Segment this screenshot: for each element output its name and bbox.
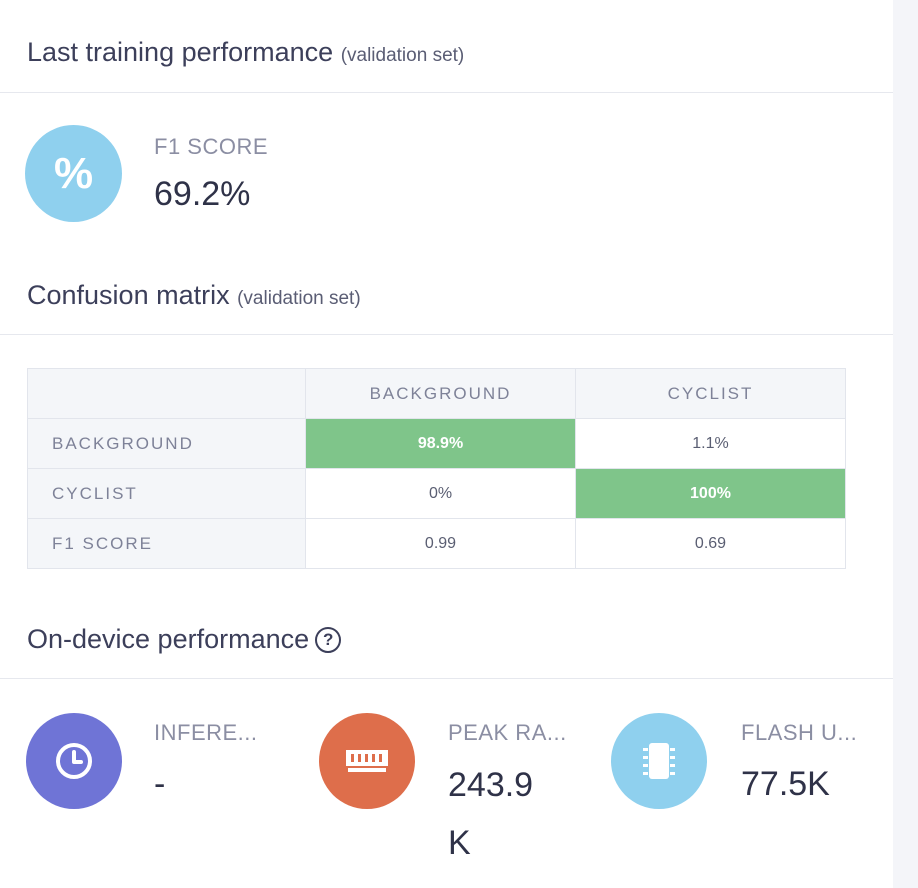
flash-usage-value: 77.5K bbox=[741, 765, 830, 803]
percent-icon: % bbox=[25, 125, 122, 222]
table-cell: 1.1% bbox=[575, 418, 846, 469]
peak-ram-value-line2: K bbox=[448, 824, 471, 862]
row-header-f1-score: F1 SCORE bbox=[27, 518, 306, 569]
performance-panel: Last training performance (validation se… bbox=[0, 0, 893, 888]
table-cell: 0.69 bbox=[575, 518, 846, 569]
row-header-cyclist: CYCLIST bbox=[27, 468, 306, 519]
f1-score-value: 69.2% bbox=[154, 175, 251, 213]
confusion-matrix-table: BACKGROUND CYCLIST BACKGROUND 98.9% 1.1%… bbox=[27, 368, 846, 569]
table-cell: 0.99 bbox=[305, 518, 576, 569]
divider bbox=[0, 334, 893, 335]
ram-icon bbox=[319, 713, 415, 809]
column-header-cyclist: CYCLIST bbox=[575, 368, 846, 419]
table-cell: 100% bbox=[575, 468, 846, 519]
device-section-title: On-device performance? bbox=[27, 624, 342, 655]
training-subtitle: (validation set) bbox=[340, 45, 465, 66]
peak-ram-value: 243.9 K bbox=[448, 765, 533, 863]
f1-score-label: F1 SCORE bbox=[154, 134, 269, 159]
confusion-title: Confusion matrix bbox=[27, 280, 230, 310]
confusion-section-title: Confusion matrix (validation set) bbox=[27, 280, 361, 311]
clock-icon bbox=[26, 713, 122, 809]
row-header-background: BACKGROUND bbox=[27, 418, 306, 469]
table-corner bbox=[27, 368, 306, 419]
divider bbox=[0, 678, 893, 679]
inference-label: INFERE... bbox=[154, 720, 258, 745]
table-row: BACKGROUND 98.9% 1.1% bbox=[27, 418, 846, 469]
table-cell: 0% bbox=[305, 468, 576, 519]
chip-icon bbox=[611, 713, 707, 809]
table-row: CYCLIST 0% 100% bbox=[27, 468, 846, 519]
table-row: F1 SCORE 0.99 0.69 bbox=[27, 518, 846, 569]
table-cell: 98.9% bbox=[305, 418, 576, 469]
training-section-title: Last training performance (validation se… bbox=[27, 37, 464, 68]
inference-value: - bbox=[154, 765, 166, 803]
peak-ram-value-line1: 243.9 bbox=[448, 766, 534, 804]
question-circle-icon[interactable]: ? bbox=[315, 627, 342, 653]
training-title: Last training performance bbox=[27, 37, 334, 67]
divider bbox=[0, 92, 893, 93]
flash-usage-label: FLASH U... bbox=[741, 720, 858, 745]
device-title: On-device performance bbox=[27, 624, 310, 654]
peak-ram-label: PEAK RA... bbox=[448, 720, 567, 745]
confusion-subtitle: (validation set) bbox=[237, 288, 361, 309]
column-header-background: BACKGROUND bbox=[305, 368, 576, 419]
table-header-row: BACKGROUND CYCLIST bbox=[27, 368, 846, 419]
